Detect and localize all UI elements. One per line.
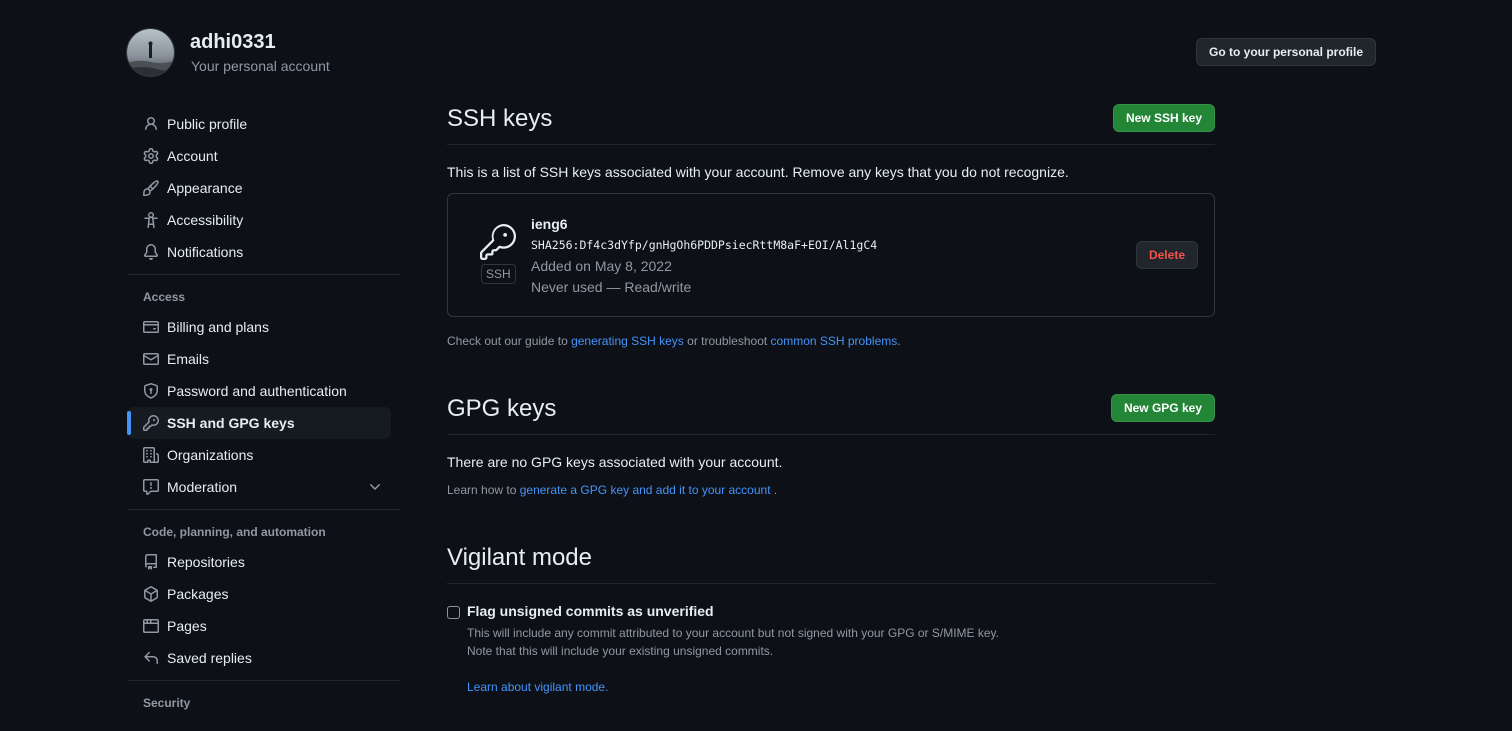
account-username: adhi0331 [190,31,276,53]
vigilant-mode-header: Vigilant mode [447,539,1215,584]
sidebar-item-public-profile[interactable]: Public profile [128,108,391,140]
account-header: adhi0331 Your personal account Go to you… [126,28,1376,78]
gpg-keys-description: There are no GPG keys associated with yo… [447,454,783,470]
vigilant-note-2: Note that this will include your existin… [467,644,774,658]
ssh-type-badge: SSH [481,264,516,284]
new-ssh-key-button[interactable]: New SSH key [1112,104,1215,132]
new-gpg-key-button[interactable]: New GPG key [1110,394,1215,422]
ssh-keys-header: SSH keys New SSH key [447,100,1215,145]
sidebar-heading-security: Security [143,696,191,710]
avatar[interactable] [126,28,175,77]
repo-icon [143,554,159,570]
note-text: . [770,483,778,497]
mail-icon [143,351,159,367]
chevron-down-icon[interactable] [367,479,383,495]
paintbrush-icon [143,180,159,196]
ssh-keys-title: SSH keys [447,105,553,132]
sidebar-item-label: Public profile [167,116,248,132]
sidebar-item-label: Billing and plans [167,319,269,335]
delete-ssh-key-button[interactable]: Delete [1135,241,1198,269]
sidebar-item-ssh-gpg-keys[interactable]: SSH and GPG keys [127,407,391,439]
sidebar-item-label: Packages [167,586,229,602]
reply-icon [143,650,159,666]
ssh-guide-note: Check out our guide to generating SSH ke… [447,334,1215,348]
sidebar-item-packages[interactable]: Packages [128,578,391,610]
gpg-keys-title: GPG keys [447,395,557,422]
common-ssh-problems-link[interactable]: common SSH problems [771,334,898,348]
vigilant-mode-title: Vigilant mode [447,544,592,571]
sidebar-item-label: Appearance [167,180,243,196]
gear-icon [143,148,159,164]
package-icon [143,586,159,602]
note-text: Check out our guide to [447,334,572,348]
sidebar-item-label: Notifications [167,244,244,260]
sidebar-item-appearance[interactable]: Appearance [128,172,391,204]
settings-page: adhi0331 Your personal account Go to you… [0,0,1512,731]
sidebar-item-label: Account [167,148,218,164]
sidebar-item-label: Organizations [167,447,254,463]
sidebar-item-notifications[interactable]: Notifications [128,236,391,268]
key-icon [143,415,159,431]
credit-card-icon [143,319,159,335]
ssh-key-item: SSH ieng6 SHA256:Df4c3dYfp/gnHgOh6PDDPsi… [447,193,1215,317]
ssh-key-name: ieng6 [531,216,568,232]
generating-ssh-keys-link[interactable]: generating SSH keys [571,334,684,348]
sidebar-item-emails[interactable]: Emails [128,343,391,375]
sidebar-item-accessibility[interactable]: Accessibility [128,204,391,236]
sidebar-item-organizations[interactable]: Organizations [128,439,391,471]
sidebar-item-billing[interactable]: Billing and plans [128,311,391,343]
ssh-keys-description: This is a list of SSH keys associated wi… [447,164,1069,180]
sidebar-heading-access: Access [143,290,186,304]
ssh-key-usage: Never used — Read/write [531,279,692,295]
accessibility-icon [143,212,159,228]
sidebar-item-password-auth[interactable]: Password and authentication [128,375,391,407]
sidebar-item-label: Password and authentication [167,383,347,399]
person-icon [143,116,159,132]
sidebar-item-label: Repositories [167,554,245,570]
settings-sidebar: Public profile Account Appearance Access… [127,108,400,717]
gpg-keys-header: GPG keys New GPG key [447,390,1215,435]
sidebar-item-moderation[interactable]: Moderation [128,471,391,503]
sidebar-divider [128,274,400,275]
note-text: or troubleshoot [683,334,771,348]
ssh-key-added-date: Added on May 8, 2022 [531,258,672,274]
shield-lock-icon [143,383,159,399]
sidebar-heading-code: Code, planning, and automation [143,525,326,539]
main-content: SSH keys New SSH key This is a list of S… [447,100,1215,703]
vigilant-mode-option: Flag unsigned commits as unverified This… [447,603,1215,703]
sidebar-item-account[interactable]: Account [128,140,391,172]
flag-unsigned-label[interactable]: Flag unsigned commits as unverified [467,603,714,619]
account-subtitle: Your personal account [191,58,330,74]
gpg-guide-note: Learn how to generate a GPG key and add … [447,483,1215,497]
vigilant-note-1: This will include any commit attributed … [467,626,1000,640]
flag-unsigned-checkbox[interactable] [447,606,460,619]
ssh-key-fingerprint: SHA256:Df4c3dYfp/gnHgOh6PDDPsiecRttM8aF+… [531,238,878,252]
organization-icon [143,447,159,463]
generate-gpg-key-link[interactable]: generate a GPG key and add it to your ac… [520,483,771,497]
bell-icon [143,244,159,260]
note-text: . [897,334,901,348]
go-to-profile-button[interactable]: Go to your personal profile [1195,38,1376,66]
sidebar-item-label: Pages [167,618,207,634]
key-icon [480,224,516,260]
sidebar-divider [128,680,400,681]
report-icon [143,479,159,495]
sidebar-item-label: Saved replies [167,650,252,666]
note-text: Learn how to [447,483,520,497]
sidebar-item-label: Accessibility [167,212,244,228]
sidebar-item-label: Moderation [167,479,238,495]
sidebar-item-label: Emails [167,351,210,367]
sidebar-item-repositories[interactable]: Repositories [128,546,391,578]
sidebar-item-saved-replies[interactable]: Saved replies [128,642,391,674]
learn-vigilant-mode-link[interactable]: Learn about vigilant mode. [467,680,608,694]
sidebar-item-pages[interactable]: Pages [128,610,391,642]
sidebar-item-label: SSH and GPG keys [167,415,295,431]
sidebar-divider [128,509,400,510]
browser-icon [143,618,159,634]
